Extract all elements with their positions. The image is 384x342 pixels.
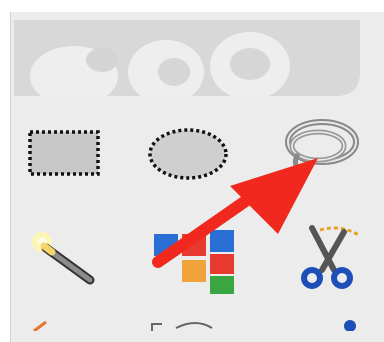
- ellipse-select-icon: [148, 128, 228, 180]
- select-by-color-tool[interactable]: [150, 224, 240, 296]
- partial-tools-icon: [33, 320, 356, 333]
- free-select-tool[interactable]: [278, 112, 368, 184]
- scissors-icon: [301, 225, 361, 289]
- screenshot-stage: [0, 0, 384, 342]
- partial-tool-row: [0, 316, 384, 333]
- rect-select-icon: [28, 130, 100, 176]
- wilber-eyes-icon: [14, 20, 360, 106]
- fuzzy-select-tool[interactable]: [20, 228, 110, 300]
- lasso-icon: [285, 119, 359, 172]
- wilber-header: [14, 20, 360, 106]
- magic-wand-icon: [32, 232, 95, 285]
- color-select-icon: [154, 230, 234, 294]
- ellipse-select-tool[interactable]: [142, 118, 232, 190]
- scissors-select-tool[interactable]: [282, 222, 372, 294]
- rect-select-tool[interactable]: [18, 118, 108, 190]
